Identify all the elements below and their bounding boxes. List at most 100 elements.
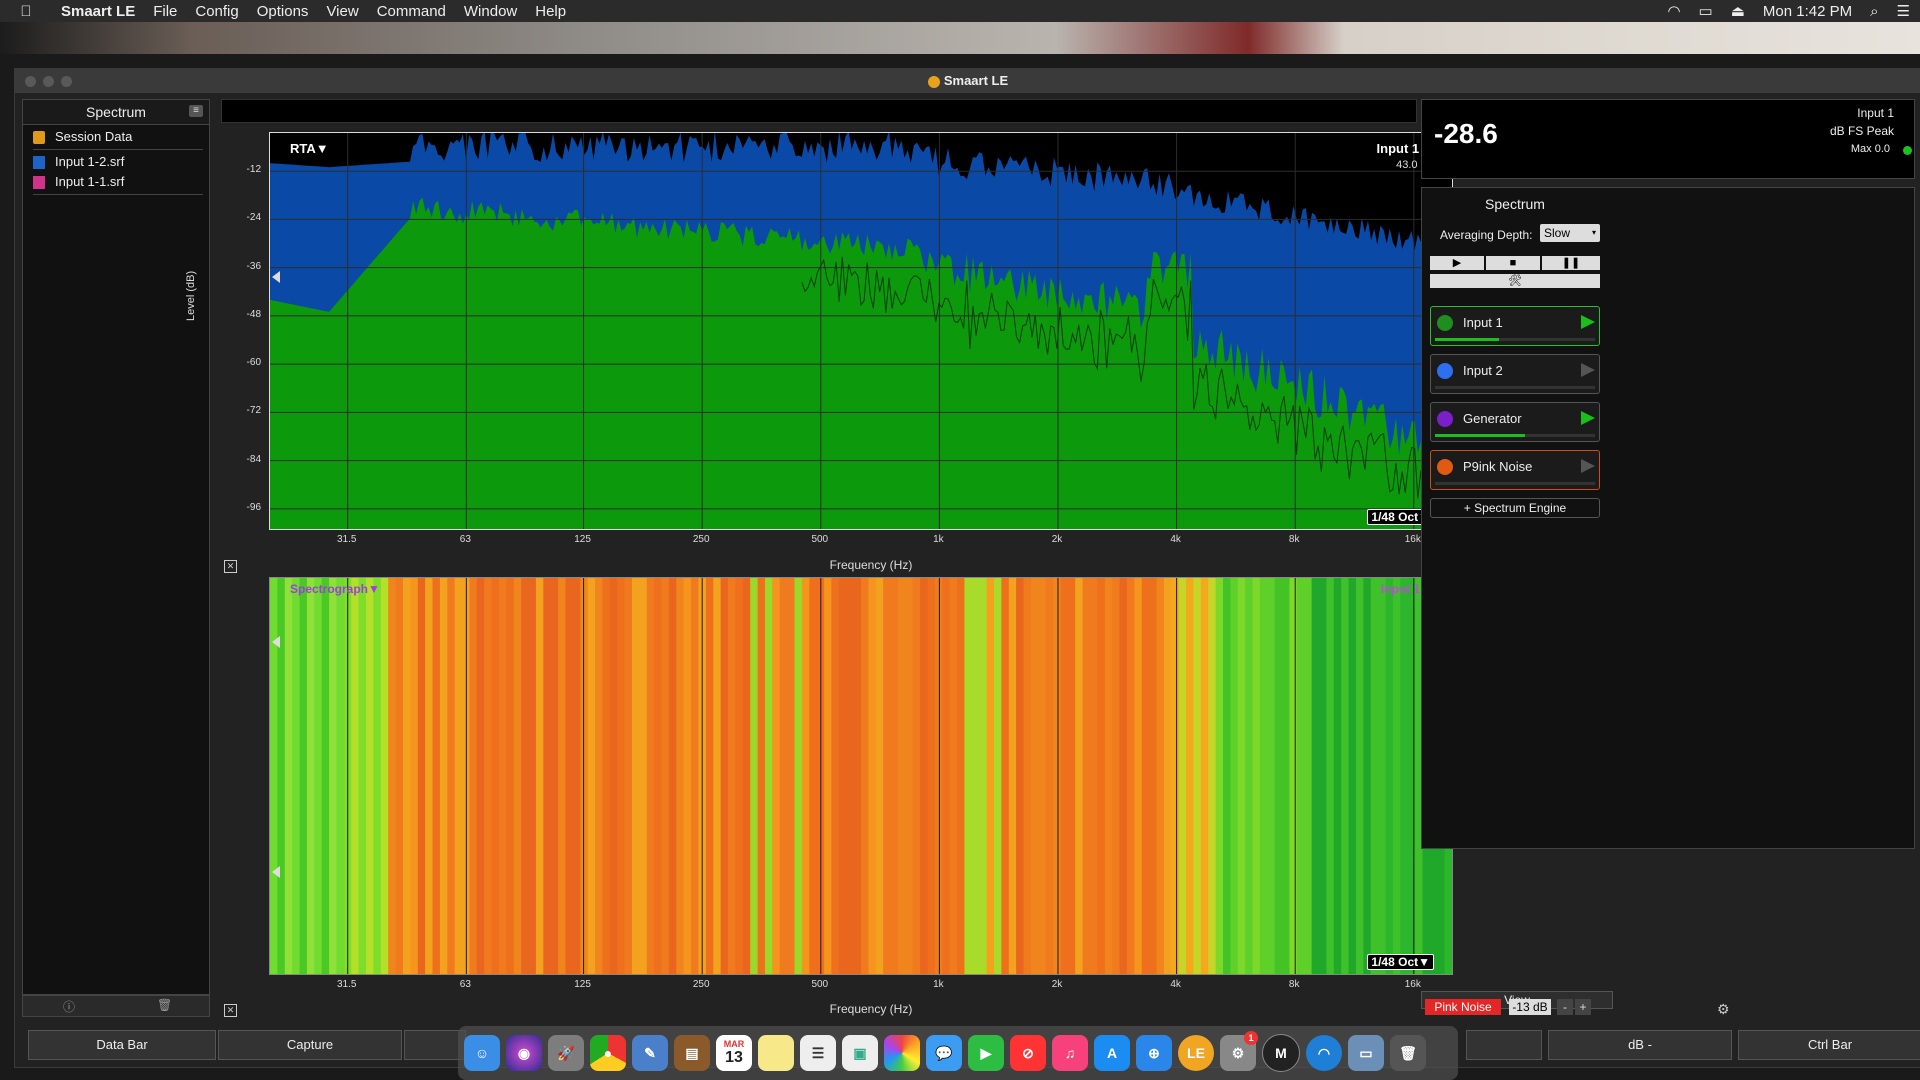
level-meter[interactable]: -28.6 Input 1 dB FS Peak Max 0.0 bbox=[1421, 99, 1915, 179]
spectrograph-band bbox=[912, 578, 921, 974]
spectrograph-band bbox=[713, 578, 722, 974]
reminders-icon[interactable]: ☰ bbox=[800, 1035, 836, 1071]
noise-level-field[interactable]: -13 dB bbox=[1509, 999, 1551, 1015]
bottom-bar-spacer-button[interactable] bbox=[404, 1030, 466, 1060]
averaging-select[interactable]: Slow ▾ bbox=[1540, 224, 1600, 242]
rta-level-handle[interactable] bbox=[272, 271, 280, 283]
rta-mode-selector[interactable]: RTA▼ bbox=[290, 141, 329, 156]
capture-button[interactable]: Capture bbox=[218, 1030, 402, 1060]
play-icon[interactable] bbox=[1581, 315, 1595, 329]
spectrograph-plot[interactable]: Spectrograph▼ Input 1▼ 1/48 Oct▼ bbox=[269, 577, 1453, 975]
wifi-icon[interactable]: ◠ bbox=[1667, 2, 1680, 20]
preview-icon[interactable]: ▣ bbox=[842, 1035, 878, 1071]
rta-y-axis-label: Level (dB) bbox=[185, 270, 197, 321]
close-plot-icon[interactable]: ✕ bbox=[224, 1004, 237, 1017]
spectrograph-band bbox=[565, 578, 574, 974]
data-bar-button[interactable]: Data Bar bbox=[28, 1030, 216, 1060]
track-input-1[interactable]: Input 1 bbox=[1430, 306, 1600, 346]
meter-input-selector[interactable]: Input 1 bbox=[1857, 106, 1894, 120]
downloads-folder-icon[interactable]: ▭ bbox=[1348, 1035, 1384, 1071]
close-window-button[interactable] bbox=[25, 76, 36, 87]
menu-view[interactable]: View bbox=[317, 3, 367, 20]
music-icon[interactable]: ♫ bbox=[1052, 1035, 1088, 1071]
search-icon[interactable]: ⌕ bbox=[1870, 3, 1878, 20]
m-app-icon[interactable]: M bbox=[1262, 1034, 1300, 1072]
messages-icon[interactable]: 💬 bbox=[926, 1035, 962, 1071]
spectrograph-upper-handle[interactable] bbox=[272, 636, 280, 648]
airplay-icon[interactable]: ▭ bbox=[1699, 2, 1713, 20]
info-icon[interactable]: ⓘ bbox=[63, 998, 75, 1015]
track-generator[interactable]: Generator bbox=[1430, 402, 1600, 442]
track-pink-noise[interactable]: P9ink Noise bbox=[1430, 450, 1600, 490]
apple-icon[interactable]:  bbox=[0, 3, 52, 20]
spectrograph-band bbox=[439, 578, 448, 974]
notebook-icon[interactable]: ▤ bbox=[674, 1035, 710, 1071]
noise-decrease-button[interactable]: - bbox=[1557, 999, 1573, 1015]
meter-unit-selector[interactable]: dB FS Peak bbox=[1830, 124, 1894, 138]
track-input-2[interactable]: Input 2 bbox=[1430, 354, 1600, 394]
clock[interactable]: Mon 1:42 PM bbox=[1763, 3, 1852, 20]
close-plot-icon[interactable]: ✕ bbox=[224, 560, 237, 573]
spectrograph-band bbox=[831, 578, 840, 974]
spectrograph-band bbox=[587, 578, 596, 974]
menu-help[interactable]: Help bbox=[526, 3, 575, 20]
app-store-icon[interactable]: A bbox=[1094, 1035, 1130, 1071]
zoom-window-button[interactable] bbox=[61, 76, 72, 87]
photos-icon[interactable] bbox=[884, 1035, 920, 1071]
news-icon[interactable]: ⊘ bbox=[1010, 1035, 1046, 1071]
tools-button[interactable]: 🛠 bbox=[1430, 274, 1600, 288]
wireless-diagnostics-icon[interactable]: ◠ bbox=[1306, 1035, 1342, 1071]
minimize-window-button[interactable] bbox=[43, 76, 54, 87]
play-button[interactable]: ▶ bbox=[1430, 256, 1484, 270]
calendar-icon[interactable]: MAR 13 bbox=[716, 1035, 752, 1071]
spectrograph-band bbox=[824, 578, 833, 974]
track-label: Generator bbox=[1463, 411, 1522, 426]
menu-icon[interactable]: ≡ bbox=[189, 105, 203, 117]
add-spectrum-engine-button[interactable]: + Spectrum Engine bbox=[1430, 498, 1600, 518]
notes-icon[interactable] bbox=[758, 1035, 794, 1071]
play-icon[interactable] bbox=[1581, 411, 1595, 425]
smaart-icon[interactable]: LE bbox=[1178, 1035, 1214, 1071]
main-window: Smaart LE Spectrum ≡ Session Data Input … bbox=[14, 68, 1920, 1068]
image-capture-icon[interactable]: ✎ bbox=[632, 1035, 668, 1071]
safari-icon[interactable]: ⊕ bbox=[1136, 1035, 1172, 1071]
menu-window[interactable]: Window bbox=[455, 3, 526, 20]
rta-plot[interactable]: RTA▼ Input 1▼ 43.0 dB 1/48 Oct▼ bbox=[269, 132, 1453, 530]
spectrograph-band bbox=[1363, 578, 1372, 974]
spectrograph-lower-handle[interactable] bbox=[272, 866, 280, 878]
menu-file[interactable]: File bbox=[144, 3, 186, 20]
spectrograph-band bbox=[484, 578, 493, 974]
facetime-icon[interactable]: ▶ bbox=[968, 1035, 1004, 1071]
eject-icon[interactable]: ⏏ bbox=[1731, 2, 1745, 20]
spectrograph-mode-selector[interactable]: Spectrograph▼ bbox=[290, 582, 380, 596]
play-icon[interactable] bbox=[1581, 459, 1595, 473]
chrome-icon[interactable]: ● bbox=[590, 1035, 626, 1071]
notification-center-icon[interactable]: ☰ bbox=[1897, 2, 1910, 20]
file-item[interactable]: Input 1-2.srf bbox=[23, 152, 209, 172]
spectrograph-band bbox=[742, 578, 751, 974]
pink-noise-button[interactable]: Pink Noise bbox=[1425, 999, 1501, 1015]
launchpad-icon[interactable]: 🚀 bbox=[548, 1035, 584, 1071]
pause-button[interactable]: ❚❚ bbox=[1542, 256, 1600, 270]
file-item[interactable]: Input 1-1.srf bbox=[23, 172, 209, 192]
spectrograph-band bbox=[1392, 578, 1401, 974]
finder-icon[interactable]: ☺ bbox=[464, 1035, 500, 1071]
menu-config[interactable]: Config bbox=[186, 3, 247, 20]
gear-icon[interactable]: ⚙ bbox=[1717, 1001, 1730, 1018]
trash-icon[interactable]: 🗑 bbox=[157, 998, 172, 1012]
session-folder[interactable]: Session Data bbox=[23, 127, 209, 147]
spectrograph-band bbox=[1385, 578, 1394, 974]
noise-increase-button[interactable]: + bbox=[1575, 999, 1591, 1015]
spectrograph-band bbox=[654, 578, 663, 974]
play-icon[interactable] bbox=[1581, 363, 1595, 377]
siri-icon[interactable]: ◉ bbox=[506, 1035, 542, 1071]
bottom-bar-spacer-button[interactable] bbox=[1466, 1030, 1542, 1060]
system-preferences-icon[interactable]: ⚙ 1 bbox=[1220, 1031, 1258, 1071]
trash-icon[interactable]: 🗑 bbox=[1390, 1035, 1426, 1071]
menu-command[interactable]: Command bbox=[368, 3, 455, 20]
stop-button[interactable]: ■ bbox=[1486, 256, 1540, 270]
menu-app-name[interactable]: Smaart LE bbox=[52, 3, 144, 20]
ctrl-bar-button[interactable]: Ctrl Bar bbox=[1738, 1030, 1920, 1060]
db-button[interactable]: dB - bbox=[1548, 1030, 1732, 1060]
menu-options[interactable]: Options bbox=[248, 3, 318, 20]
